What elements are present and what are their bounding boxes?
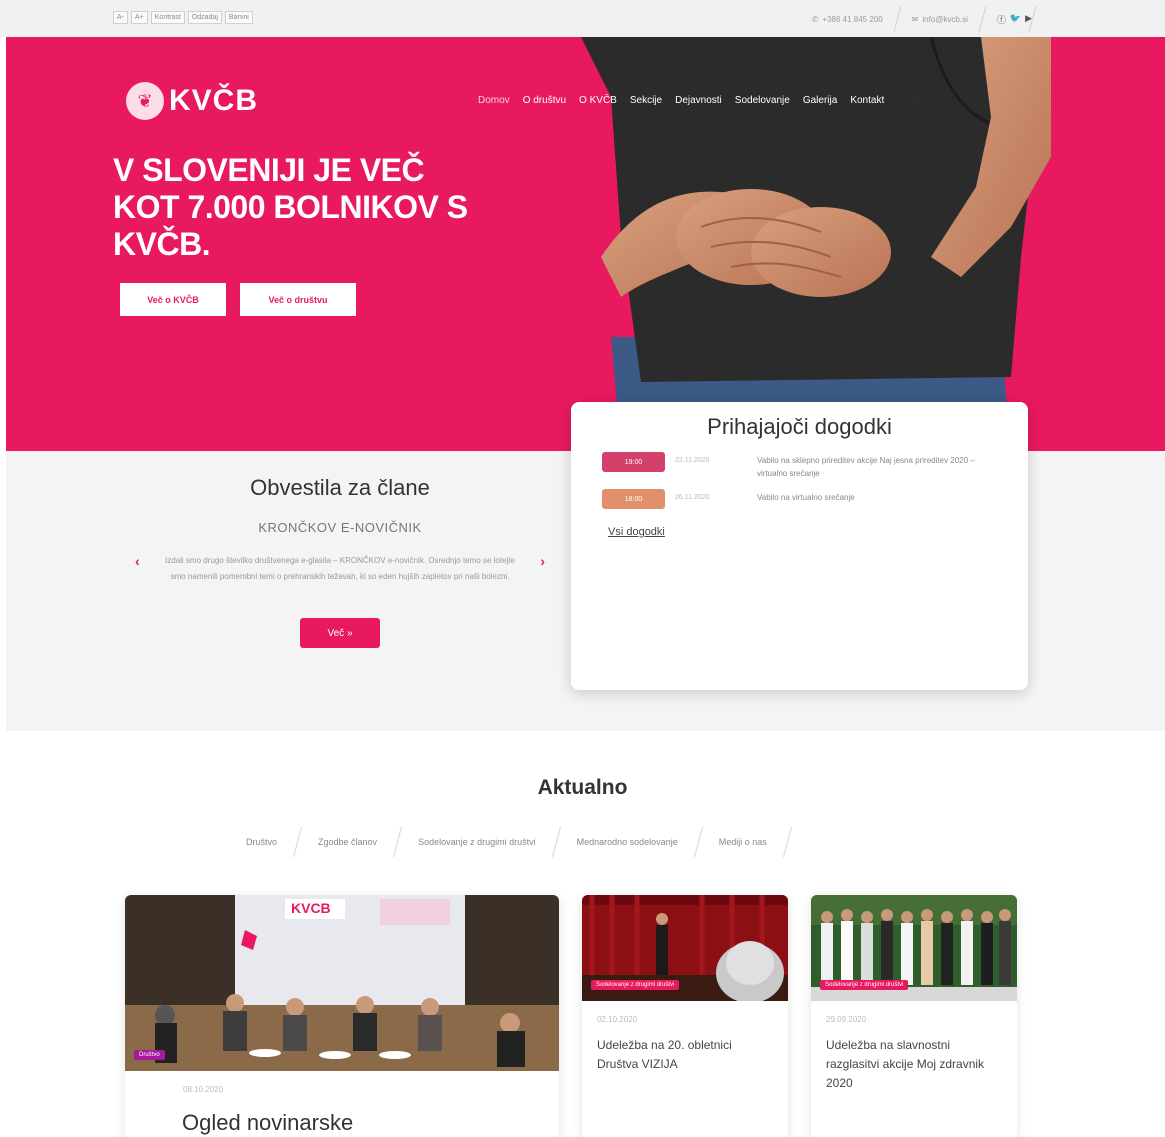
conference-photo: KVCB	[125, 895, 559, 1071]
news-category-badge[interactable]: Sodelovanje z drugimi društvi	[820, 980, 909, 990]
news-card[interactable]: Sodelovanje z drugimi društvi 29.09.2020…	[811, 895, 1017, 1137]
notice-text: Izdali smo drugo številko društvenega e-…	[165, 556, 515, 581]
notice-subtitle: KRONČKOV E-NOVIČNIK	[258, 520, 422, 535]
contrast-button[interactable]: Kontrast	[150, 11, 185, 24]
event-time-badge: 18:00	[602, 489, 665, 509]
chevron-right-icon[interactable]: ›	[540, 553, 545, 569]
news-title[interactable]: Udeležba na slavnostni razglasitvi akcij…	[826, 1036, 1002, 1093]
event-time-badge: 19:00	[602, 452, 665, 472]
email-link[interactable]: ✉ info@kvcb.si	[898, 8, 982, 30]
nav-item-o-drustvu[interactable]: O društvu	[523, 95, 566, 106]
upcoming-events-card: Prihajajoči dogodki 19:00 22.11.2020 Vab…	[571, 402, 1028, 690]
color-button[interactable]: Barvni	[224, 11, 253, 24]
all-events-link[interactable]: Vsi dogodki	[608, 526, 665, 538]
filter-zgodbe-clanov[interactable]: Zgodbe članov	[298, 837, 397, 847]
news-image: KVCB Društvo	[125, 895, 559, 1071]
facebook-icon[interactable]: ⓕ	[997, 13, 1006, 26]
news-image: Sodelovanje z drugimi društvi	[811, 895, 1017, 1001]
email-icon: ✉	[911, 14, 919, 24]
news-date: 29.09.2020	[826, 1015, 867, 1024]
nav-item-domov[interactable]: Domov	[478, 95, 510, 106]
phone-link[interactable]: ✆ +386 41 845 200	[798, 8, 897, 30]
news-date: 02.10.2020	[597, 1015, 638, 1024]
nav-item-sodelovanje[interactable]: Sodelovanje	[735, 95, 790, 106]
news-category-badge[interactable]: Sodelovanje z drugimi društvi	[591, 980, 680, 990]
news-section-title: Aktualno	[537, 776, 628, 799]
top-utility-bar: A- A+ Kontrast Odzadaj Barvni ✆ +386 41 …	[0, 0, 1165, 37]
hero-title: V SLOVENIJI JE VEČ KOT 7.000 BOLNIKOV S …	[113, 152, 468, 262]
member-notices: Obvestila za člane KRONČKOV E-NOVIČNIK ‹…	[130, 470, 550, 648]
events-title: Prihajajoči dogodki	[707, 414, 892, 439]
social-links: ⓕ 🐦 ▶	[983, 13, 1032, 26]
filter-mediji[interactable]: Mediji o nas	[699, 837, 787, 847]
chevron-left-icon[interactable]: ‹	[135, 553, 140, 569]
notice-more-button[interactable]: Več »	[300, 618, 380, 648]
nav-item-o-kvcb[interactable]: O KVČB	[579, 95, 617, 106]
news-category-badge[interactable]: Društvo	[134, 1050, 165, 1060]
nav-item-galerija[interactable]: Galerija	[803, 95, 837, 106]
nav-item-kontakt[interactable]: Kontakt	[850, 95, 884, 106]
site-logo[interactable]: ❦ KVČB	[126, 82, 258, 120]
filter-sodelovanje[interactable]: Sodelovanje z drugimi društvi	[398, 837, 556, 847]
filter-drustvo[interactable]: Društvo	[226, 837, 297, 847]
notices-title: Obvestila za člane	[250, 475, 430, 500]
font-decrease-button[interactable]: A-	[113, 11, 128, 24]
logo-icon: ❦	[126, 82, 164, 120]
news-filters: Društvo Zgodbe članov Sodelovanje z drug…	[226, 826, 792, 858]
event-date: 26.11.2020	[675, 494, 710, 501]
news-title[interactable]: Udeležba na 20. obletnici Društva VIZIJA	[597, 1036, 773, 1074]
search-icon[interactable]: ⚲	[911, 93, 920, 107]
event-item[interactable]: 19:00 22.11.2020 Vabilo na sklepno prire…	[602, 452, 977, 480]
news-image: Sodelovanje z drugimi društvi	[582, 895, 788, 1001]
event-description: Vabilo na sklepno prireditev akcije Naj …	[757, 456, 975, 478]
more-about-society-button[interactable]: Več o društvu	[240, 283, 356, 316]
notice-body: ‹ Izdali smo drugo številko društvenega …	[135, 553, 545, 585]
logo-text: KVČB	[169, 84, 259, 117]
twitter-icon[interactable]: 🐦	[1010, 13, 1021, 26]
event-date: 22.11.2020	[675, 457, 710, 464]
news-date: 08.10.2020	[183, 1085, 224, 1094]
nav-item-sekcije[interactable]: Sekcije	[630, 95, 662, 106]
font-increase-button[interactable]: A+	[131, 11, 148, 24]
email-address: info@kvcb.si	[922, 14, 968, 24]
filter-mednarodno[interactable]: Mednarodno sodelovanje	[557, 837, 698, 847]
phone-icon: ✆	[811, 14, 819, 24]
nav-item-dejavnosti[interactable]: Dejavnosti	[675, 95, 722, 106]
news-title[interactable]: Ogled novinarske	[182, 1110, 559, 1136]
event-item[interactable]: 18:00 26.11.2020 Vabilo na virtualno sre…	[602, 489, 977, 509]
news-card[interactable]: Sodelovanje z drugimi društvi 02.10.2020…	[582, 895, 788, 1137]
reset-button[interactable]: Odzadaj	[187, 11, 222, 24]
svg-text:KVCB: KVCB	[291, 900, 331, 916]
event-description: Vabilo na virtualno srečanje	[757, 493, 855, 502]
accessibility-controls: A- A+ Kontrast Odzadaj Barvni	[113, 11, 253, 24]
phone-number: +386 41 845 200	[822, 14, 883, 24]
more-about-kvcb-button[interactable]: Več o KVČB	[120, 283, 226, 316]
main-navigation: Domov O društvu O KVČB Sekcije Dejavnost…	[478, 93, 920, 107]
contact-bar: ✆ +386 41 845 200 ✉ info@kvcb.si ⓕ 🐦 ▶	[798, 6, 1037, 32]
hero-buttons: Več o KVČB Več o društvu	[120, 283, 356, 316]
news-card[interactable]: KVCB Društvo 08.10.2020 Ogled novinarske	[125, 895, 559, 1137]
